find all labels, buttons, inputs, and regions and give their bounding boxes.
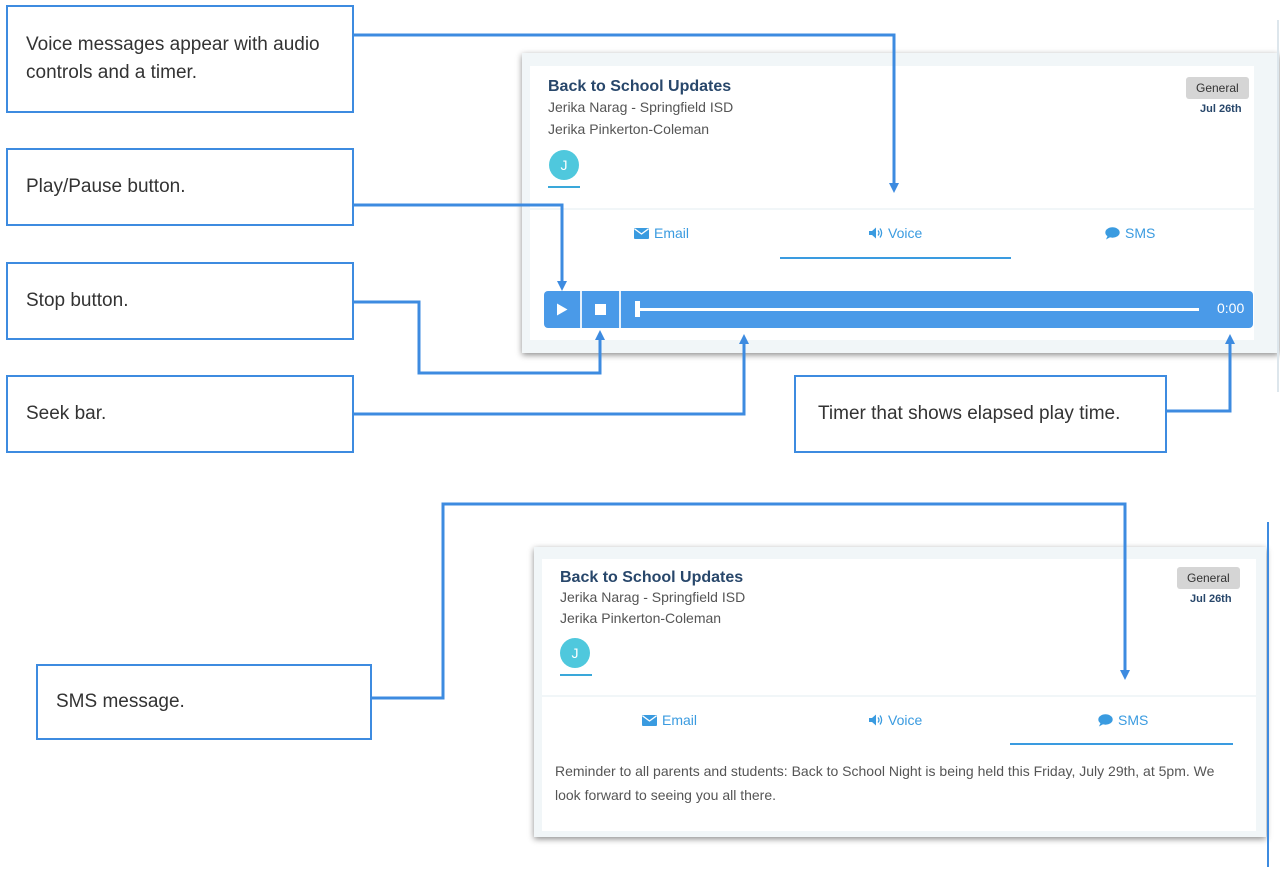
arrow-play: [354, 203, 567, 291]
connector-arrows: [354, 33, 1235, 700]
arrow-seek: [354, 334, 749, 416]
arrow-sms: [372, 502, 1130, 700]
arrow-stop: [354, 300, 605, 375]
arrow-timer: [1167, 334, 1235, 413]
arrow-voice: [354, 33, 899, 193]
